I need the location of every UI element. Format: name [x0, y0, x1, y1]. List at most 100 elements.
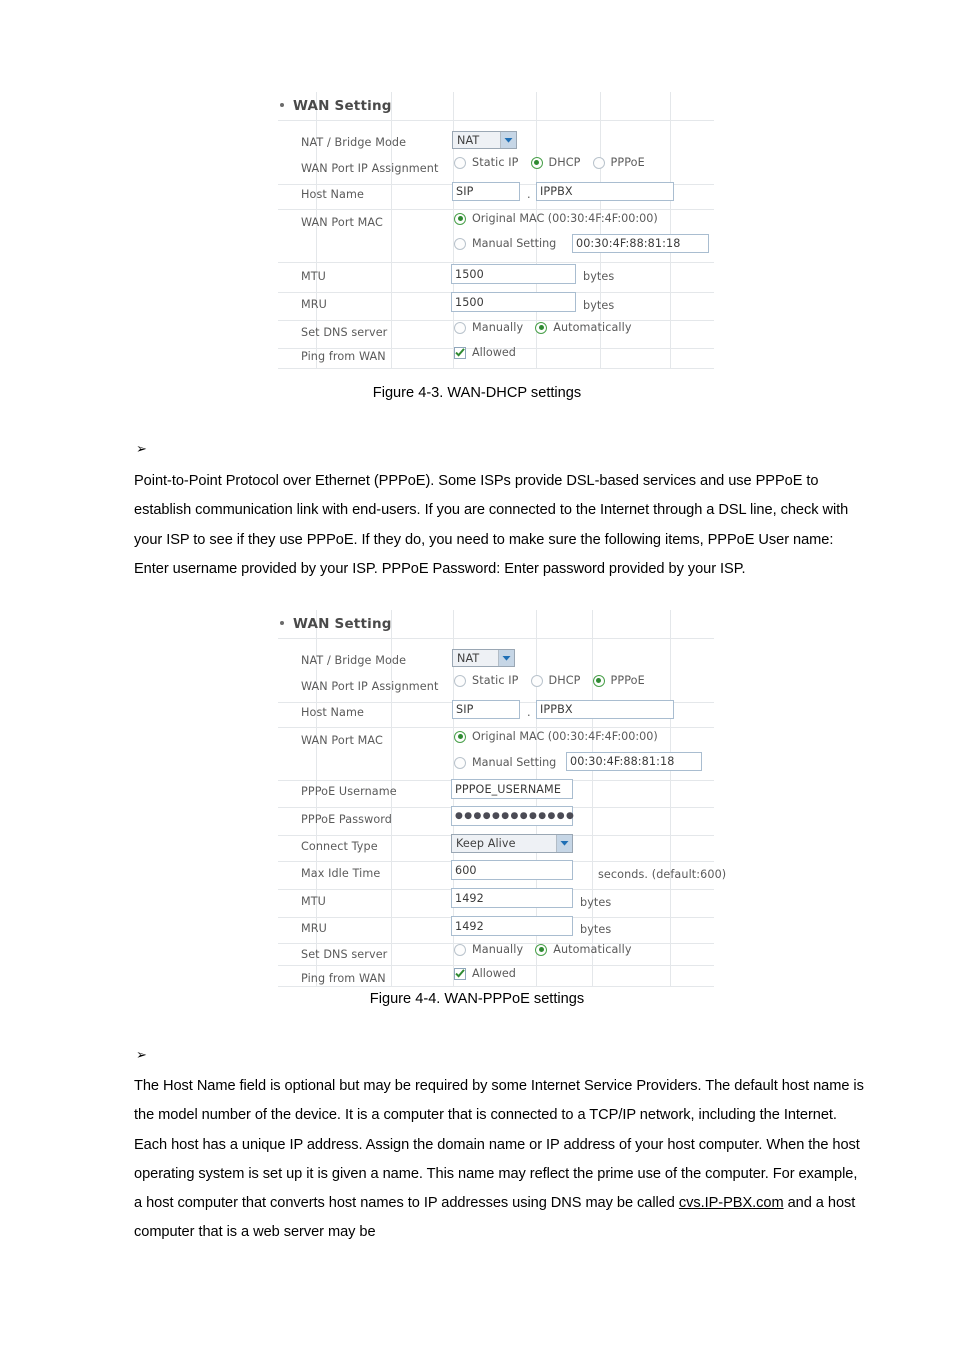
- link-cvs-ip-pbx[interactable]: cvs.IP-PBX.com: [679, 1195, 784, 1211]
- paragraph-text-before-link: The Host Name field is optional but may …: [134, 1078, 864, 1212]
- radio-static-ip-label: Static IP: [472, 674, 519, 687]
- radio-manual-setting[interactable]: Manual Setting: [454, 237, 556, 250]
- paragraph-pppoe-description: Point-to-Point Protocol over Ethernet (P…: [134, 473, 849, 577]
- bullet-dot-icon: [280, 103, 284, 107]
- input-host-name-suffix[interactable]: IPPBX: [536, 700, 674, 719]
- host-name-separator: .: [527, 706, 531, 719]
- radio-dns-manually-label: Manually: [472, 943, 524, 956]
- radio-dhcp[interactable]: DHCP: [530, 674, 581, 687]
- label-mtu: MTU: [301, 895, 326, 908]
- input-host-name-prefix-value: SIP: [456, 185, 474, 198]
- label-wan-port-mac: WAN Port MAC: [301, 734, 383, 747]
- input-pppoe-password-value: ●●●●●●●●●●●●●: [455, 811, 576, 821]
- radio-original-mac[interactable]: Original MAC (00:30:4F:4F:00:00): [454, 212, 658, 225]
- chevron-down-icon[interactable]: [556, 835, 572, 852]
- radio-indicator-icon: [454, 321, 466, 334]
- chevron-down-icon[interactable]: [500, 132, 516, 148]
- input-pppoe-password[interactable]: ●●●●●●●●●●●●●: [451, 806, 576, 826]
- grid-line: [670, 610, 671, 986]
- grid-line: [391, 92, 392, 368]
- radio-dns-manually-label: Manually: [472, 321, 524, 334]
- label-wan-port-mac: WAN Port MAC: [301, 216, 383, 229]
- grid-line: [278, 638, 714, 639]
- panel-title-wan-setting: WAN Setting: [280, 616, 392, 632]
- radio-indicator-icon-selected: [454, 212, 466, 225]
- radio-manual-setting-label: Manual Setting: [472, 237, 557, 250]
- radio-group-set-dns-server: Manually Automatically: [454, 321, 632, 334]
- checkmark-icon: [454, 967, 466, 980]
- radio-dns-automatically-label: Automatically: [553, 321, 632, 334]
- grid-line: [278, 986, 714, 987]
- radio-group-set-dns-server: Manually Automatically: [454, 943, 632, 956]
- grid-line: [278, 120, 714, 121]
- radio-static-ip[interactable]: Static IP: [454, 674, 519, 687]
- select-connect-type[interactable]: Keep Alive: [451, 834, 573, 853]
- chevron-down-icon[interactable]: [498, 650, 514, 666]
- label-mtu: MTU: [301, 270, 326, 283]
- arrow-bullet-icon-2: ➢: [136, 1048, 147, 1063]
- caption-figure-4-3: Figure 4-3. WAN-DHCP settings: [372, 385, 582, 401]
- grid-line: [278, 262, 714, 263]
- label-pppoe-password: PPPoE Password: [301, 813, 392, 826]
- radio-dhcp[interactable]: DHCP: [530, 156, 581, 169]
- radio-indicator-icon: [454, 756, 466, 769]
- figure-wan-dhcp-settings: WAN Setting NAT / Bridge Mode NAT WAN Po…: [278, 92, 714, 370]
- unit-max-idle-seconds: seconds. (default:600): [598, 868, 727, 881]
- input-host-name-prefix[interactable]: SIP: [452, 182, 520, 201]
- label-ping-from-wan: Ping from WAN: [301, 350, 386, 363]
- radio-original-mac-label: Original MAC (00:30:4F:4F:00:00): [472, 212, 658, 225]
- select-nat-bridge-mode[interactable]: NAT: [452, 131, 517, 149]
- label-wan-port-ip-assignment: WAN Port IP Assignment: [301, 162, 439, 175]
- radio-original-mac-label: Original MAC (00:30:4F:4F:00:00): [472, 730, 658, 743]
- input-host-name-suffix-value: IPPBX: [540, 703, 573, 716]
- input-mru[interactable]: 1500: [451, 292, 576, 312]
- radio-dhcp-label: DHCP: [548, 156, 581, 169]
- select-nat-bridge-mode[interactable]: NAT: [452, 649, 515, 667]
- input-max-idle-time[interactable]: 600: [451, 860, 573, 880]
- select-connect-type-value: Keep Alive: [456, 837, 516, 850]
- radio-pppoe[interactable]: PPPoE: [592, 674, 645, 687]
- radio-manual-setting[interactable]: Manual Setting: [454, 756, 556, 769]
- label-host-name: Host Name: [301, 706, 364, 719]
- input-host-name-prefix[interactable]: SIP: [452, 700, 520, 719]
- radio-dns-manually[interactable]: Manually: [454, 943, 523, 956]
- input-mtu[interactable]: 1492: [451, 888, 573, 908]
- radio-indicator-icon-selected: [592, 674, 605, 687]
- unit-mtu-bytes: bytes: [583, 270, 615, 283]
- radio-dns-automatically[interactable]: Automatically: [535, 943, 631, 956]
- input-host-name-suffix[interactable]: IPPBX: [536, 182, 674, 201]
- input-mru[interactable]: 1492: [451, 916, 573, 936]
- input-manual-mac[interactable]: 00:30:4F:88:81:18: [566, 752, 702, 771]
- input-mtu[interactable]: 1500: [451, 264, 576, 284]
- label-wan-port-ip-assignment: WAN Port IP Assignment: [301, 680, 439, 693]
- unit-mru-bytes: bytes: [583, 299, 615, 312]
- input-mtu-value: 1492: [455, 891, 484, 905]
- input-host-name-suffix-value: IPPBX: [540, 185, 573, 198]
- radio-indicator-icon: [454, 237, 466, 250]
- input-manual-mac[interactable]: 00:30:4F:88:81:18: [572, 234, 709, 253]
- grid-line: [278, 368, 714, 369]
- radio-static-ip[interactable]: Static IP: [454, 156, 519, 169]
- radio-dns-automatically[interactable]: Automatically: [535, 321, 631, 334]
- checkbox-ping-allowed-label: Allowed: [472, 346, 516, 359]
- caption-figure-4-4: Figure 4-4. WAN-PPPoE settings: [369, 991, 585, 1007]
- grid-line: [278, 965, 714, 966]
- input-mtu-value: 1500: [455, 267, 484, 281]
- label-connect-type: Connect Type: [301, 840, 378, 853]
- checkbox-ping-allowed[interactable]: Allowed: [454, 346, 516, 359]
- grid-line: [670, 92, 671, 368]
- radio-pppoe[interactable]: PPPoE: [592, 156, 645, 169]
- checkbox-ping-allowed[interactable]: Allowed: [454, 967, 516, 980]
- radio-indicator-icon: [454, 674, 466, 687]
- label-host-name: Host Name: [301, 188, 364, 201]
- radio-original-mac[interactable]: Original MAC (00:30:4F:4F:00:00): [454, 730, 658, 743]
- panel-title-wan-setting: WAN Setting: [280, 98, 392, 114]
- label-max-idle-time: Max Idle Time: [301, 867, 381, 880]
- document-page: WAN Setting NAT / Bridge Mode NAT WAN Po…: [0, 0, 954, 1350]
- radio-dns-manually[interactable]: Manually: [454, 321, 523, 334]
- radio-indicator-icon: [530, 674, 543, 687]
- radio-dhcp-label: DHCP: [548, 674, 581, 687]
- input-manual-mac-value: 00:30:4F:88:81:18: [576, 237, 681, 250]
- radio-pppoe-label: PPPoE: [610, 674, 645, 687]
- input-pppoe-username[interactable]: PPPOE_USERNAME: [451, 779, 573, 799]
